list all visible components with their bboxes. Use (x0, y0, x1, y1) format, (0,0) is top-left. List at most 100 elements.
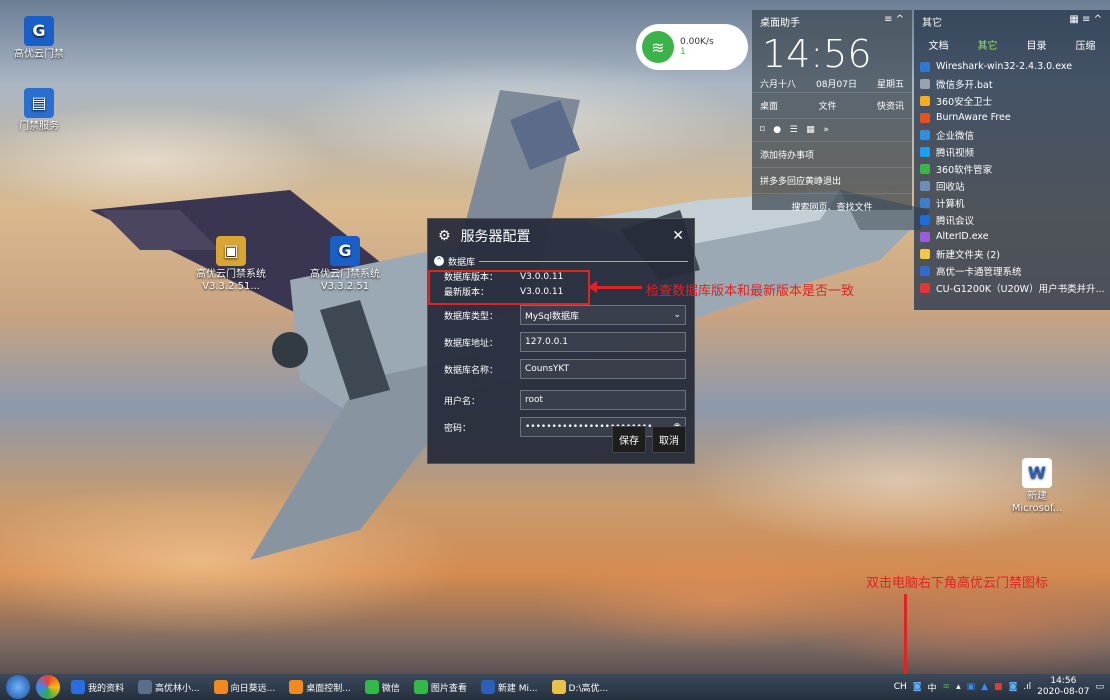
taskbar-item[interactable]: 高优林小... (133, 676, 205, 698)
panel-controls-icon[interactable]: ▦ ≡ ^ (1069, 14, 1102, 29)
save-button[interactable]: 保存 (612, 426, 646, 453)
tab-other[interactable]: 其它 (978, 37, 998, 52)
db-type-value: MySql数据库 (525, 311, 580, 322)
taskbar-item[interactable]: 桌面控制... (284, 676, 356, 698)
tray-signal-icon[interactable]: .ıl (1023, 682, 1031, 692)
tab-documents[interactable]: 文档 (929, 37, 949, 52)
helper-shortcut-icons[interactable]: ⌑ ● ☰ ▦ » (760, 125, 829, 135)
other-file-item[interactable]: 计算机 (920, 194, 1104, 211)
file-icon (920, 163, 930, 174)
network-speed-widget[interactable]: ≋ 0.00K/s 1 (636, 24, 748, 70)
dialog-title: 服务器配置 (460, 229, 531, 245)
browser-icon[interactable] (36, 675, 60, 699)
username-row: 用户名： root (428, 389, 694, 411)
db-address-input[interactable]: 127.0.0.1 (520, 332, 686, 352)
username-input[interactable]: root (520, 390, 686, 410)
tray-clock[interactable]: 14:56 2020-08-07 (1037, 676, 1089, 698)
desktop-icon-word-doc[interactable]: W 新建 Microsof... (1002, 458, 1072, 515)
helper-news-hint[interactable]: 拼多多回应黄峥退出 (760, 174, 841, 187)
taskbar-app-icon (71, 680, 85, 694)
file-label: Wireshark-win32-2.4.3.0.exe (936, 61, 1073, 72)
tab-compressed[interactable]: 压缩 (1076, 37, 1096, 52)
file-label: 计算机 (936, 198, 965, 210)
file-icon (920, 180, 930, 191)
helper-todo[interactable]: 添加待办事项 (760, 148, 814, 161)
tray-ime[interactable]: 中 (928, 681, 937, 694)
taskbar-item[interactable]: 向日葵远... (209, 676, 281, 698)
close-icon[interactable]: ✕ (672, 228, 684, 244)
file-label: 新建文件夹 (2) (936, 249, 1000, 261)
file-icon (920, 197, 930, 208)
file-icon (920, 282, 930, 293)
taskbar-item[interactable]: 我的资料 (66, 676, 129, 698)
taskbar-app-icon (213, 680, 228, 694)
tray-network-icon[interactable]: ≋ (943, 682, 951, 692)
tray-app-icon[interactable]: ▲ (981, 682, 988, 692)
helper-tool-news[interactable]: 快资讯 (877, 99, 904, 112)
other-file-item[interactable]: 360安全卫士 (920, 92, 1104, 109)
other-file-item[interactable]: 微信多开.bat (920, 75, 1104, 92)
helper-tool-desktop[interactable]: 桌面 (760, 99, 778, 112)
taskbar: 我的资料 高优林小... 向日葵远... 桌面控制... 微信 图片查看 新建 Mi... D… (0, 674, 1110, 700)
service-app-icon: ▤ (24, 88, 54, 118)
other-file-item[interactable]: 回收站 (920, 177, 1104, 194)
notification-icon[interactable]: ▭ (1095, 682, 1104, 692)
password-label: 密码： (444, 423, 472, 434)
helper-weekday: 星期五 (876, 80, 904, 90)
version-highlight-box (428, 270, 590, 305)
other-file-item[interactable]: BurnAware Free (920, 109, 1104, 126)
helper-menu-icon[interactable]: ≡ ^ (884, 14, 904, 29)
tray-red-icon[interactable]: ■ (994, 682, 1003, 692)
taskbar-item-label: 向日葵远... (230, 683, 276, 694)
taskbar-item[interactable]: 微信 (360, 676, 405, 698)
desktop-icon-gaoyou-door[interactable]: G 高优云门禁 (4, 16, 74, 61)
desktop-icon-installer-1[interactable]: ▣ 高优云门禁系统V3.3.2.51... (196, 236, 266, 293)
other-file-item[interactable]: CU-G1200K（U20W）用户书类并升... (920, 279, 1104, 296)
database-section-header[interactable]: ^ 数据库 (428, 253, 694, 269)
taskbar-item[interactable]: 新建 Mi... (476, 676, 543, 698)
other-file-item[interactable]: 腾讯会议 (920, 211, 1104, 228)
taskbar-item-label: 微信 (381, 683, 400, 694)
desktop-icon-installer-2[interactable]: G 高优云门禁系统V3.3.2.51 (310, 236, 380, 293)
tray-expand-icon[interactable]: ▴ (956, 682, 961, 692)
gaoyou-tray-icon[interactable]: ▣ (967, 682, 976, 692)
taskbar-items: 我的资料 高优林小... 向日葵远... 桌面控制... 微信 图片查看 新建 Mi... D… (66, 676, 617, 698)
tray-lang[interactable]: CH (894, 682, 907, 692)
taskbar-item[interactable]: D:\高优... (547, 676, 614, 698)
file-icon (920, 265, 930, 276)
desktop-icon-door-service[interactable]: ▤ 门禁服务 (4, 88, 74, 133)
tray-time: 14:56 (1050, 676, 1077, 686)
other-panel-title: 其它 (922, 18, 942, 29)
start-button[interactable] (6, 675, 30, 699)
helper-clock: 14:56 (762, 32, 872, 76)
username-label: 用户名： (444, 396, 481, 407)
other-file-item[interactable]: 腾讯视频 (920, 143, 1104, 160)
other-file-item[interactable]: 企业微信 (920, 126, 1104, 143)
other-file-item[interactable]: 高优一卡通管理系统 (920, 262, 1104, 279)
helper-lunar-date: 六月十八 (760, 80, 797, 90)
other-file-item[interactable]: 新建文件夹 (2) (920, 245, 1104, 262)
other-file-item[interactable]: Wireshark-win32-2.4.3.0.exe (920, 58, 1104, 75)
other-file-item[interactable]: AlterID.exe (920, 228, 1104, 245)
cancel-button[interactable]: 取消 (652, 426, 686, 453)
tray-search-icon[interactable]: ◙ (913, 682, 922, 692)
db-type-select[interactable]: MySql数据库 ⌄ (520, 305, 686, 325)
file-icon (920, 231, 930, 242)
tray-blue-icon[interactable]: ◙ (1009, 682, 1018, 692)
db-name-row: 数据库名称： CounsYKT (428, 358, 694, 380)
db-address-label: 数据库地址： (444, 338, 499, 349)
helper-tool-file[interactable]: 文件 (818, 99, 836, 112)
file-icon (920, 78, 930, 89)
db-name-input[interactable]: CounsYKT (520, 359, 686, 379)
left-arrow-annotation (588, 281, 642, 293)
helper-search[interactable]: 搜索网页、查找文件 (791, 200, 872, 213)
desktop-icon-label: 高优云门禁系统V3.3.2.51... (196, 269, 266, 292)
other-file-item[interactable]: 360软件管家 (920, 160, 1104, 177)
tab-directory[interactable]: 目录 (1027, 37, 1047, 52)
taskbar-item[interactable]: 图片查看 (409, 676, 472, 698)
file-icon (920, 112, 930, 123)
desktop-icon-label: 高优云门禁 (14, 49, 64, 60)
file-icon (920, 214, 930, 225)
file-icon (920, 95, 930, 106)
username-value: root (525, 395, 544, 405)
